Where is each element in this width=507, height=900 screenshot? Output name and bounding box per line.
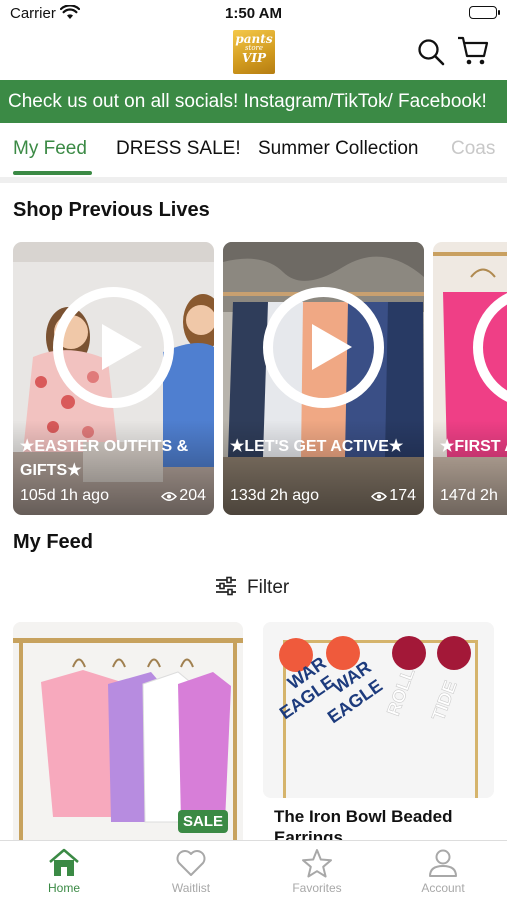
live-card[interactable]: ★FIRST A WHILE 147d 2h (433, 242, 507, 515)
home-icon (49, 848, 79, 876)
nav-waitlist[interactable]: Waitlist (141, 848, 241, 895)
view-count: 204 (161, 487, 206, 507)
product-name[interactable]: The Iron Bowl Beaded Earrings (274, 806, 494, 840)
product-card[interactable]: WAR EAGLE WAR EAGLE ROLL TIDE (263, 622, 494, 798)
live-age: 105d 1h ago (20, 487, 109, 504)
live-card[interactable]: ★LET'S GET ACTIVE★ 133d 2h ago 174 (223, 242, 424, 515)
clock: 1:50 AM (225, 5, 282, 22)
eye-icon (161, 489, 178, 507)
live-card[interactable]: ★EASTER OUTFITS & GIFTS★ 105d 1h ago 204 (13, 242, 214, 515)
battery-icon (469, 6, 500, 19)
tab-my-feed[interactable]: My Feed (13, 138, 87, 160)
divider (0, 177, 507, 183)
cart-icon[interactable] (457, 36, 489, 71)
app-header: pants store VIP (0, 28, 507, 80)
sale-badge: SALE (178, 810, 228, 833)
live-title: ★LET'S GET ACTIVE★ (230, 438, 404, 455)
live-title: ★EASTER OUTFITS & GIFTS★ (20, 438, 189, 479)
eye-icon (371, 489, 388, 507)
sliders-icon (216, 576, 236, 596)
live-age: 133d 2h ago (230, 487, 319, 504)
heart-icon (176, 850, 206, 876)
play-icon[interactable] (53, 287, 174, 408)
nav-label: Home (47, 881, 80, 895)
live-age: 147d 2h (440, 487, 498, 504)
nav-account[interactable]: Account (393, 848, 493, 895)
nav-label: Account (421, 881, 465, 895)
store-logo[interactable]: pants store VIP (233, 30, 275, 74)
tab-dress-sale[interactable]: DRESS SALE! (116, 138, 241, 160)
section-title-my-feed: My Feed (13, 531, 94, 553)
section-title-previous-lives: Shop Previous Lives (13, 199, 210, 221)
promo-banner[interactable]: Check us out on all socials! Instagram/T… (0, 80, 507, 123)
tab-coastal[interactable]: Coas (451, 138, 495, 160)
star-icon (302, 849, 332, 878)
nav-label: Waitlist (171, 881, 211, 895)
filter-label: Filter (247, 577, 290, 598)
filter-button[interactable]: Filter (215, 576, 289, 599)
nav-home[interactable]: Home (14, 848, 114, 895)
play-icon[interactable] (263, 287, 384, 408)
nav-favorites[interactable]: Favorites (267, 848, 367, 895)
person-icon (429, 849, 457, 877)
nav-label: Favorites (292, 881, 342, 895)
search-icon[interactable] (417, 38, 445, 71)
category-tabs: My Feed DRESS SALE! Summer Collection Co… (0, 123, 507, 178)
live-title: ★FIRST A WHILE (440, 438, 507, 455)
product-image: WAR EAGLE WAR EAGLE ROLL TIDE (263, 622, 494, 798)
status-bar: Carrier 1:50 AM (0, 0, 507, 28)
active-tab-indicator (13, 171, 92, 175)
tab-summer-collection[interactable]: Summer Collection (258, 138, 419, 160)
bottom-nav: Home Waitlist Favorites Account (0, 840, 507, 900)
view-count: 174 (371, 487, 416, 507)
